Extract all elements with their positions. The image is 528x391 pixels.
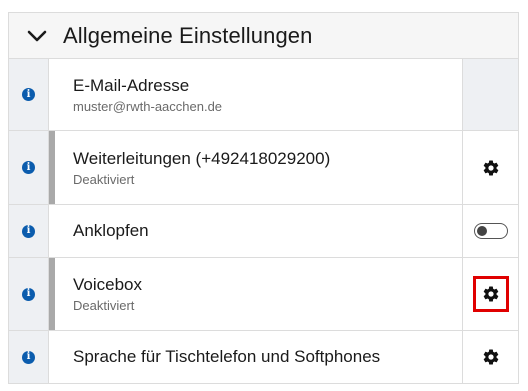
setting-row-email: i E-Mail-Adresse muster@rwth-aacchen.de — [9, 59, 518, 131]
status-bar — [49, 131, 55, 204]
setting-value: muster@rwth-aacchen.de — [73, 98, 223, 114]
chevron-down-icon[interactable] — [25, 24, 49, 48]
info-icon[interactable]: i — [22, 224, 35, 238]
info-icon[interactable]: i — [22, 161, 35, 174]
status-bar — [49, 258, 55, 330]
highlighted-gear-button[interactable] — [472, 276, 509, 312]
setting-status: Deaktiviert — [73, 298, 135, 313]
gear-icon[interactable] — [482, 159, 500, 177]
setting-status: Deaktiviert — [73, 171, 135, 187]
setting-row-language: i Sprache für Tischtelefon und Softphone… — [9, 331, 518, 383]
gear-icon[interactable] — [482, 285, 500, 303]
setting-row-call-waiting: i Anklopfen — [9, 205, 518, 258]
setting-row-voicebox: i Voicebox Deaktiviert — [9, 258, 518, 331]
action-cell — [462, 59, 518, 130]
info-icon[interactable]: i — [22, 350, 35, 364]
section-title: Allgemeine Einstellungen — [63, 22, 313, 48]
setting-label: E-Mail-Adresse — [73, 75, 190, 95]
setting-label: Voicebox — [73, 275, 142, 294]
call-waiting-toggle[interactable] — [473, 223, 508, 239]
section-header[interactable]: Allgemeine Einstellungen — [9, 13, 518, 59]
gear-icon[interactable] — [482, 348, 500, 366]
setting-row-forwarding: i Weiterleitungen (+492418029200) Deakti… — [9, 131, 518, 205]
info-icon[interactable]: i — [22, 88, 35, 101]
settings-panel: Allgemeine Einstellungen i E-Mail-Adress… — [8, 12, 519, 384]
info-icon[interactable]: i — [22, 287, 35, 301]
setting-label: Anklopfen — [73, 221, 149, 240]
setting-label: Sprache für Tischtelefon und Softphones — [73, 347, 381, 366]
setting-label: Weiterleitungen (+492418029200) — [73, 148, 331, 168]
toggle-knob — [476, 225, 487, 236]
